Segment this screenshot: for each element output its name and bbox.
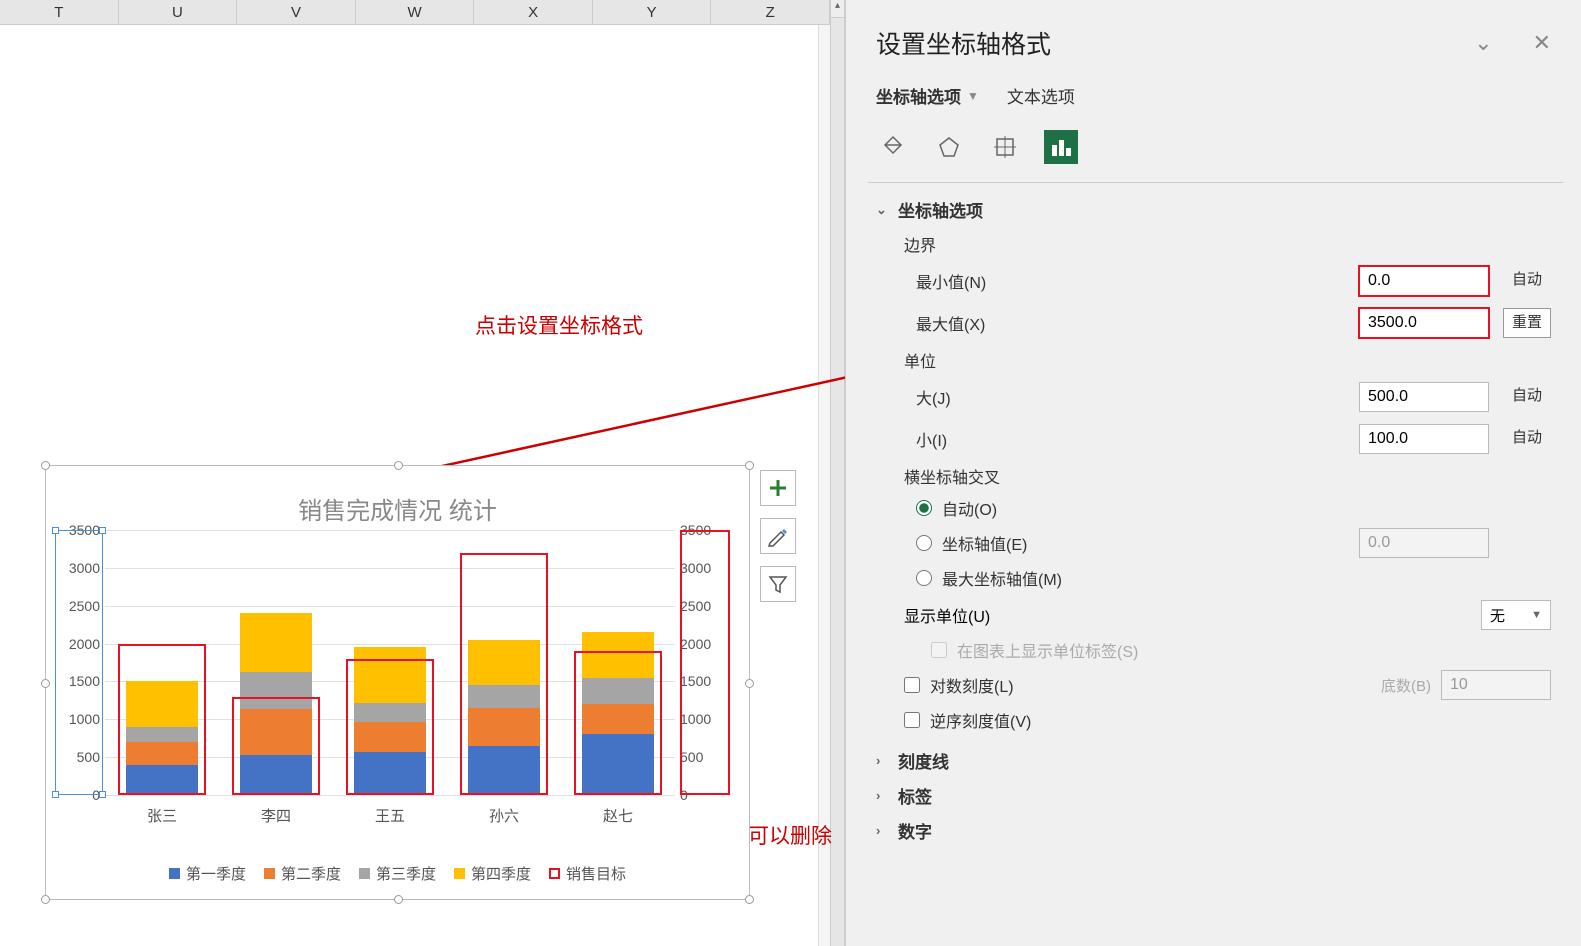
effects-icon[interactable]	[932, 130, 966, 164]
chart-floating-buttons	[760, 470, 800, 614]
major-unit-label: 大(J)	[916, 385, 1359, 409]
max-label: 最大值(X)	[916, 311, 1359, 335]
display-unit-select[interactable]: 无▼	[1481, 600, 1551, 630]
target-bar[interactable]	[574, 651, 662, 795]
primary-axis-selected[interactable]	[55, 530, 103, 795]
chart-add-element-button[interactable]	[760, 470, 796, 506]
display-unit-label: 显示单位(U)	[904, 603, 990, 627]
section-axis-options[interactable]: ⌄坐标轴选项	[876, 197, 1551, 222]
size-properties-icon[interactable]	[988, 130, 1022, 164]
legend-item[interactable]: 第一季度	[169, 863, 246, 884]
target-bar[interactable]	[460, 553, 548, 795]
target-bar[interactable]	[346, 659, 434, 795]
chart-legend[interactable]: 第一季度 第二季度 第三季度 第四季度 销售目标	[46, 863, 749, 884]
target-bar[interactable]	[118, 644, 206, 795]
x-tick-label: 赵七	[568, 805, 668, 826]
max-input[interactable]	[1359, 308, 1489, 338]
col-header-Y[interactable]: Y	[593, 0, 712, 24]
vertical-scrollbar[interactable]: ▴	[830, 0, 845, 946]
column-headers: T U V W X Y Z	[0, 0, 830, 25]
resize-handle[interactable]	[745, 895, 754, 904]
fill-line-icon[interactable]	[876, 130, 910, 164]
reverse-order-checkbox[interactable]: 逆序刻度值(V)	[904, 708, 1551, 732]
axis-options-icon[interactable]	[1044, 130, 1078, 164]
log-scale-checkbox[interactable]: 对数刻度(L) 底数(B)	[904, 670, 1551, 700]
max-reset-button[interactable]: 重置	[1503, 308, 1551, 338]
resize-handle[interactable]	[745, 461, 754, 470]
resize-handle[interactable]	[41, 461, 50, 470]
min-label: 最小值(N)	[916, 269, 1359, 293]
x-tick-label: 李四	[226, 805, 326, 826]
show-unit-label-checkbox: 在图表上显示单位标签(S)	[931, 638, 1551, 662]
legend-label: 第一季度	[186, 863, 246, 884]
col-header-X[interactable]: X	[474, 0, 593, 24]
min-input[interactable]	[1359, 266, 1489, 296]
x-tick-label: 王五	[340, 805, 440, 826]
cross-value-input	[1359, 528, 1489, 558]
legend-label: 第三季度	[376, 863, 436, 884]
x-tick-label: 张三	[112, 805, 212, 826]
log-base-input	[1441, 670, 1551, 700]
bounds-label: 边界	[904, 232, 1551, 256]
minor-unit-input[interactable]	[1359, 424, 1489, 454]
cross-auto-radio[interactable]: 自动(O)	[916, 496, 1551, 520]
legend-item[interactable]: 第四季度	[454, 863, 531, 884]
legend-label: 第四季度	[471, 863, 531, 884]
section-labels[interactable]: ›标签	[876, 783, 1551, 808]
col-header-V[interactable]: V	[237, 0, 356, 24]
tab-text-options[interactable]: 文本选项	[1007, 83, 1075, 108]
col-header-T[interactable]: T	[0, 0, 119, 24]
col-header-Z[interactable]: Z	[711, 0, 830, 24]
resize-handle[interactable]	[394, 895, 403, 904]
legend-label: 第二季度	[281, 863, 341, 884]
panel-title: 设置坐标轴格式	[876, 25, 1051, 61]
col-header-W[interactable]: W	[356, 0, 475, 24]
legend-label: 销售目标	[566, 863, 626, 884]
min-auto-button[interactable]: 自动	[1503, 266, 1551, 296]
collapse-panel-icon[interactable]: ⌄	[1474, 30, 1492, 56]
tab-axis-options[interactable]: 坐标轴选项▼	[876, 83, 979, 108]
resize-handle[interactable]	[41, 679, 50, 688]
col-header-U[interactable]: U	[119, 0, 238, 24]
section-number[interactable]: ›数字	[876, 818, 1551, 843]
cross-max-radio[interactable]: 最大坐标轴值(M)	[916, 566, 1551, 590]
units-label: 单位	[904, 348, 1551, 372]
scroll-up-button[interactable]: ▴	[831, 0, 844, 18]
x-tick-label: 孙六	[454, 805, 554, 826]
minor-unit-label: 小(I)	[916, 427, 1359, 451]
chart-styles-button[interactable]	[760, 518, 796, 554]
chart-plot-area[interactable]: 0050050010001000150015002000200025002500…	[105, 530, 675, 795]
resize-handle[interactable]	[745, 679, 754, 688]
cross-value-radio[interactable]: 坐标轴值(E)	[916, 528, 1551, 558]
log-base-label: 底数(B)	[1381, 675, 1431, 696]
legend-item[interactable]: 第二季度	[264, 863, 341, 884]
major-unit-input[interactable]	[1359, 382, 1489, 412]
chart-filter-button[interactable]	[760, 566, 796, 602]
legend-item[interactable]: 第三季度	[359, 863, 436, 884]
format-axis-panel: 设置坐标轴格式 ⌄ ✕ 坐标轴选项▼ 文本选项 ⌄坐标轴选项 边界 最小值(N)…	[845, 0, 1581, 946]
resize-handle[interactable]	[394, 461, 403, 470]
cross-label: 横坐标轴交叉	[904, 464, 1551, 488]
major-auto-button[interactable]: 自动	[1503, 382, 1551, 412]
annotation-click-axis: 点击设置坐标格式	[475, 310, 643, 340]
minor-auto-button[interactable]: 自动	[1503, 424, 1551, 454]
legend-item[interactable]: 销售目标	[549, 863, 626, 884]
chart-title[interactable]: 销售完成情况 统计	[46, 491, 749, 526]
sheet-right-edge	[818, 25, 830, 946]
section-ticks[interactable]: ›刻度线	[876, 748, 1551, 773]
close-panel-icon[interactable]: ✕	[1533, 30, 1551, 56]
target-bar[interactable]	[232, 697, 320, 795]
resize-handle[interactable]	[41, 895, 50, 904]
secondary-axis-highlight	[680, 530, 730, 795]
